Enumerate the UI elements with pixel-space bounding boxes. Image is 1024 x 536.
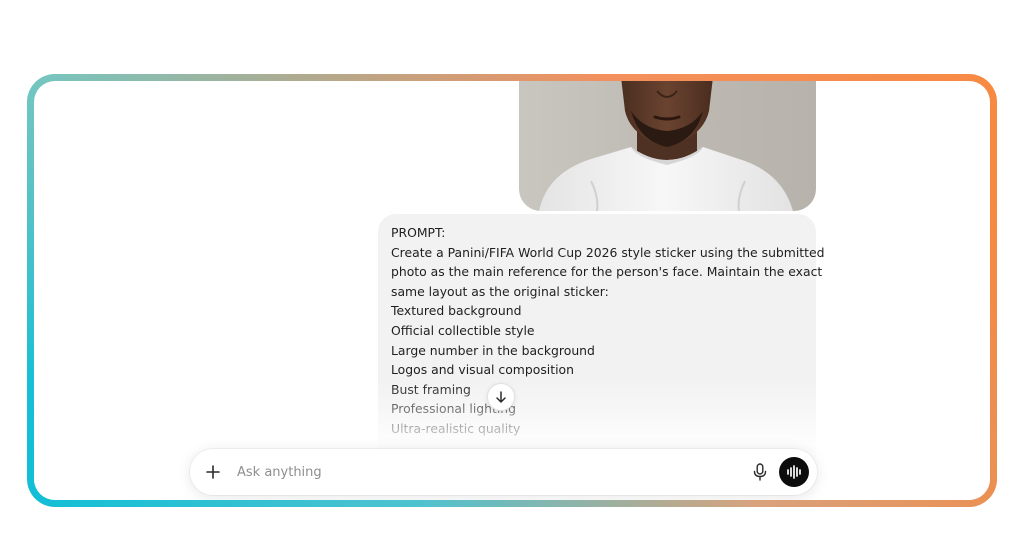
uploaded-photo[interactable] <box>519 81 816 211</box>
voice-mode-button[interactable] <box>779 457 809 487</box>
add-attachment-button[interactable] <box>204 463 222 481</box>
chat-view: PROMPT: Create a Panini/FIFA World Cup 2… <box>34 81 990 500</box>
message-line: Logos and visual composition <box>391 362 574 378</box>
message-input[interactable] <box>235 463 749 481</box>
message-line: Bust framing <box>391 381 471 397</box>
message-line: Official collectible style <box>391 322 535 338</box>
message-line: Ultra-realistic quality <box>391 420 521 436</box>
dictate-button[interactable] <box>749 461 771 483</box>
message-line: Create a Panini/FIFA World Cup 2026 styl… <box>391 244 825 260</box>
message-composer <box>190 449 817 495</box>
message-line: PROMPT: <box>391 225 446 240</box>
arrow-down-icon <box>496 391 506 403</box>
message-line: Professional lighting <box>391 401 517 417</box>
scroll-to-bottom-button[interactable] <box>487 383 515 411</box>
voice-mode-icon <box>787 465 801 479</box>
plus-icon <box>206 465 220 479</box>
message-line: Large number in the background <box>391 342 595 358</box>
message-line: Textured background <box>391 303 522 319</box>
gradient-frame: PROMPT: Create a Panini/FIFA World Cup 2… <box>27 74 997 507</box>
portrait-image <box>539 81 793 211</box>
message-line: photo as the main reference for the pers… <box>391 264 823 280</box>
microphone-icon <box>753 463 767 481</box>
message-line: same layout as the original sticker: <box>391 283 609 299</box>
